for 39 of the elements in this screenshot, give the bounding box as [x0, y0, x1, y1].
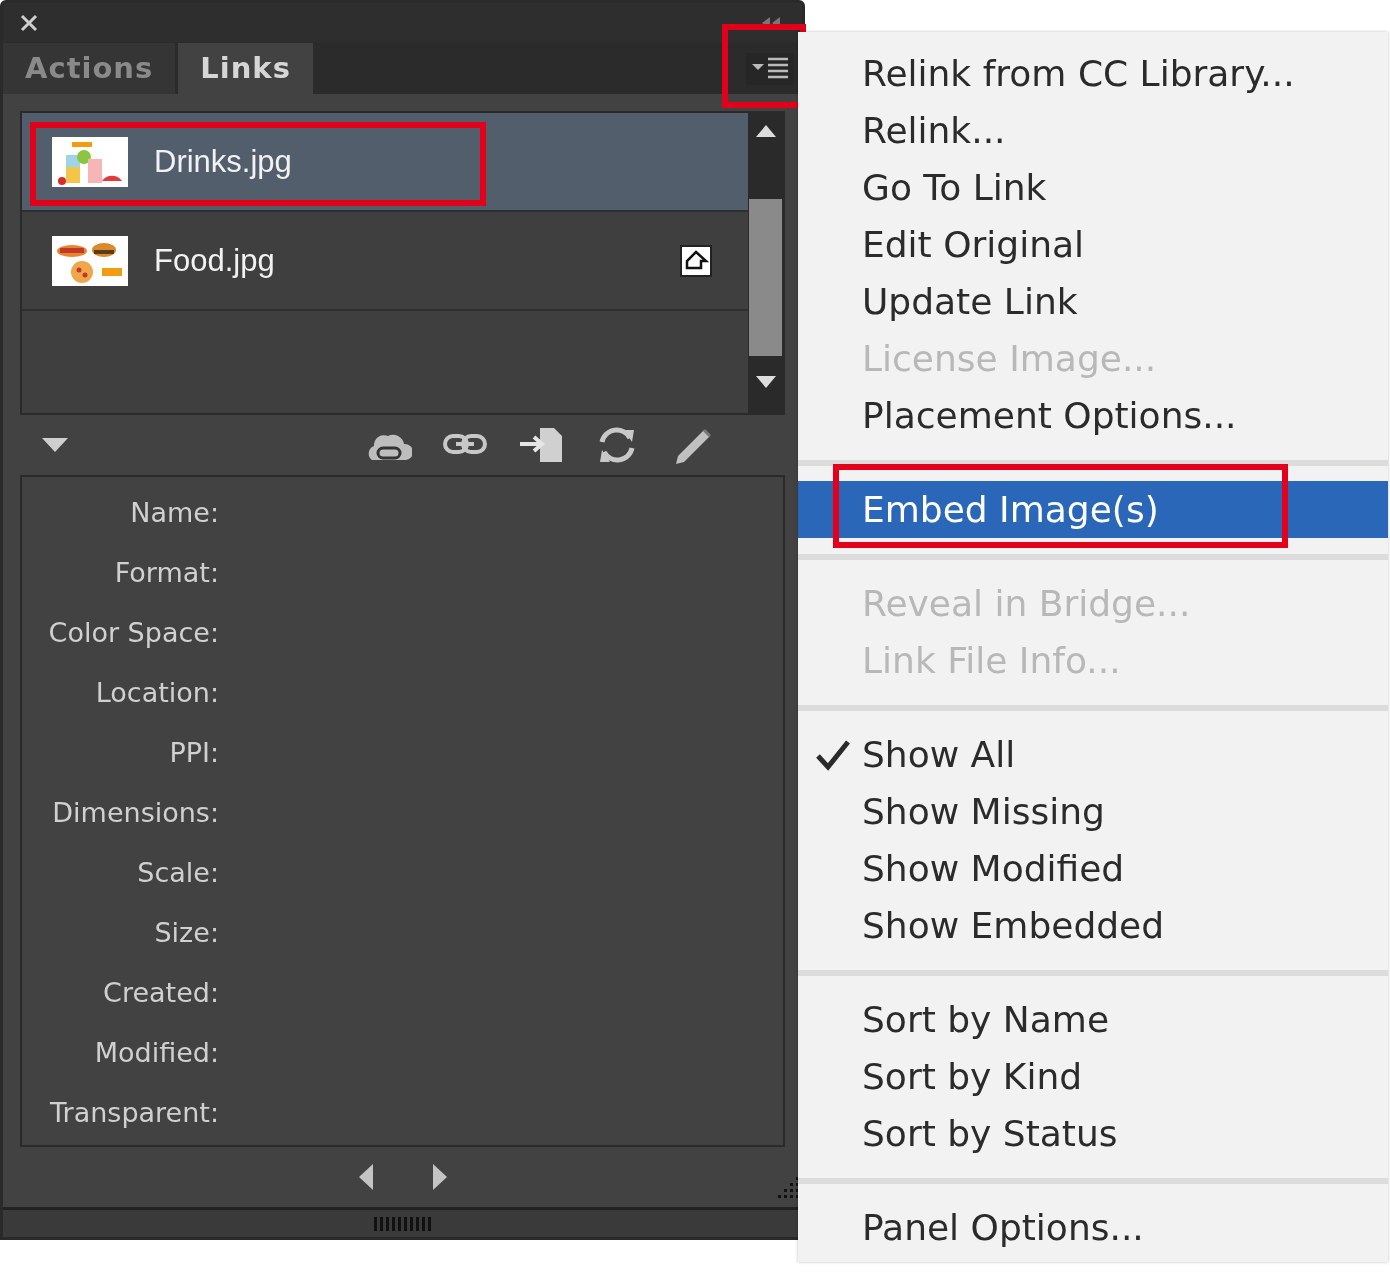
link-row[interactable]: Drinks.jpg: [22, 113, 748, 213]
field-label: Size:: [153, 916, 219, 951]
menu-item[interactable]: Panel Options...: [798, 1199, 1388, 1256]
menu-item[interactable]: Sort by Kind: [798, 1048, 1388, 1105]
menu-item[interactable]: Placement Options...: [798, 387, 1388, 444]
file-name: Drinks.jpg: [154, 142, 292, 181]
menu-item[interactable]: Sort by Status: [798, 1105, 1388, 1162]
field-label: Created:: [102, 976, 219, 1011]
field-label: Modified:: [93, 1036, 219, 1071]
menu-item[interactable]: Embed Image(s): [798, 481, 1388, 538]
field-label: Scale:: [136, 856, 219, 891]
field-label: Format:: [113, 556, 219, 591]
menu-item[interactable]: Show Modified: [798, 840, 1388, 897]
file-name: Food.jpg: [154, 241, 275, 280]
menu-item[interactable]: Show All: [798, 726, 1388, 783]
field-label: Dimensions:: [51, 796, 219, 831]
panel-tab[interactable]: Links: [178, 43, 313, 95]
scroll-up-icon[interactable]: [754, 123, 777, 140]
menu-item[interactable]: Sort by Name: [798, 991, 1388, 1048]
scrollbar-thumb[interactable]: [749, 199, 782, 357]
drag-grip-icon[interactable]: [373, 1216, 432, 1231]
menu-item[interactable]: Show Embedded: [798, 897, 1388, 954]
field-label: Color Space:: [47, 616, 219, 651]
close-icon[interactable]: [19, 12, 39, 33]
next-icon[interactable]: [431, 1163, 448, 1192]
field-label: Name:: [129, 496, 219, 531]
menu-item[interactable]: Relink from CC Library...: [798, 45, 1388, 102]
link-row[interactable]: Food.jpg: [22, 212, 748, 312]
field-label: PPI:: [168, 736, 219, 771]
field-label: Location:: [94, 676, 219, 711]
panel-menu-button[interactable]: [746, 53, 794, 86]
menu-item[interactable]: Show Missing: [798, 783, 1388, 840]
menu-item[interactable]: Relink...: [798, 102, 1388, 159]
menu-item[interactable]: Edit Original: [798, 216, 1388, 273]
panel-tab[interactable]: Actions: [3, 43, 176, 95]
previous-icon[interactable]: [357, 1163, 374, 1192]
field-label: Transparent:: [49, 1096, 219, 1131]
menu-item[interactable]: Update Link: [798, 273, 1388, 330]
menu-item[interactable]: Go To Link: [798, 159, 1388, 216]
